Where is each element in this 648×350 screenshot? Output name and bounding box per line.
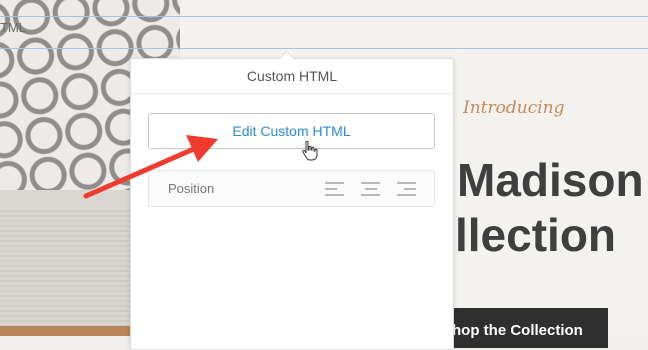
hero-eyebrow: Introducing xyxy=(463,98,565,118)
align-center-icon[interactable] xyxy=(361,182,380,196)
selection-guide-bottom xyxy=(0,48,648,49)
edit-custom-html-button[interactable]: Edit Custom HTML xyxy=(148,113,435,149)
hero-title-line2: llection xyxy=(455,209,617,261)
selection-guide-top xyxy=(0,16,648,17)
align-left-icon[interactable] xyxy=(325,182,344,196)
shop-collection-button[interactable]: hop the Collection xyxy=(452,308,608,348)
hand-cursor-icon xyxy=(302,140,318,161)
position-label: Position xyxy=(168,181,215,196)
popover-title: Custom HTML xyxy=(131,59,453,94)
custom-html-popover: Custom HTML Edit Custom HTML Position xyxy=(130,58,454,350)
hero-title-line1: Madison xyxy=(457,154,644,206)
align-right-icon[interactable] xyxy=(397,182,416,196)
position-control: Position xyxy=(148,170,435,207)
element-label: TML xyxy=(0,20,26,35)
shop-collection-label: hop the Collection xyxy=(452,322,583,339)
